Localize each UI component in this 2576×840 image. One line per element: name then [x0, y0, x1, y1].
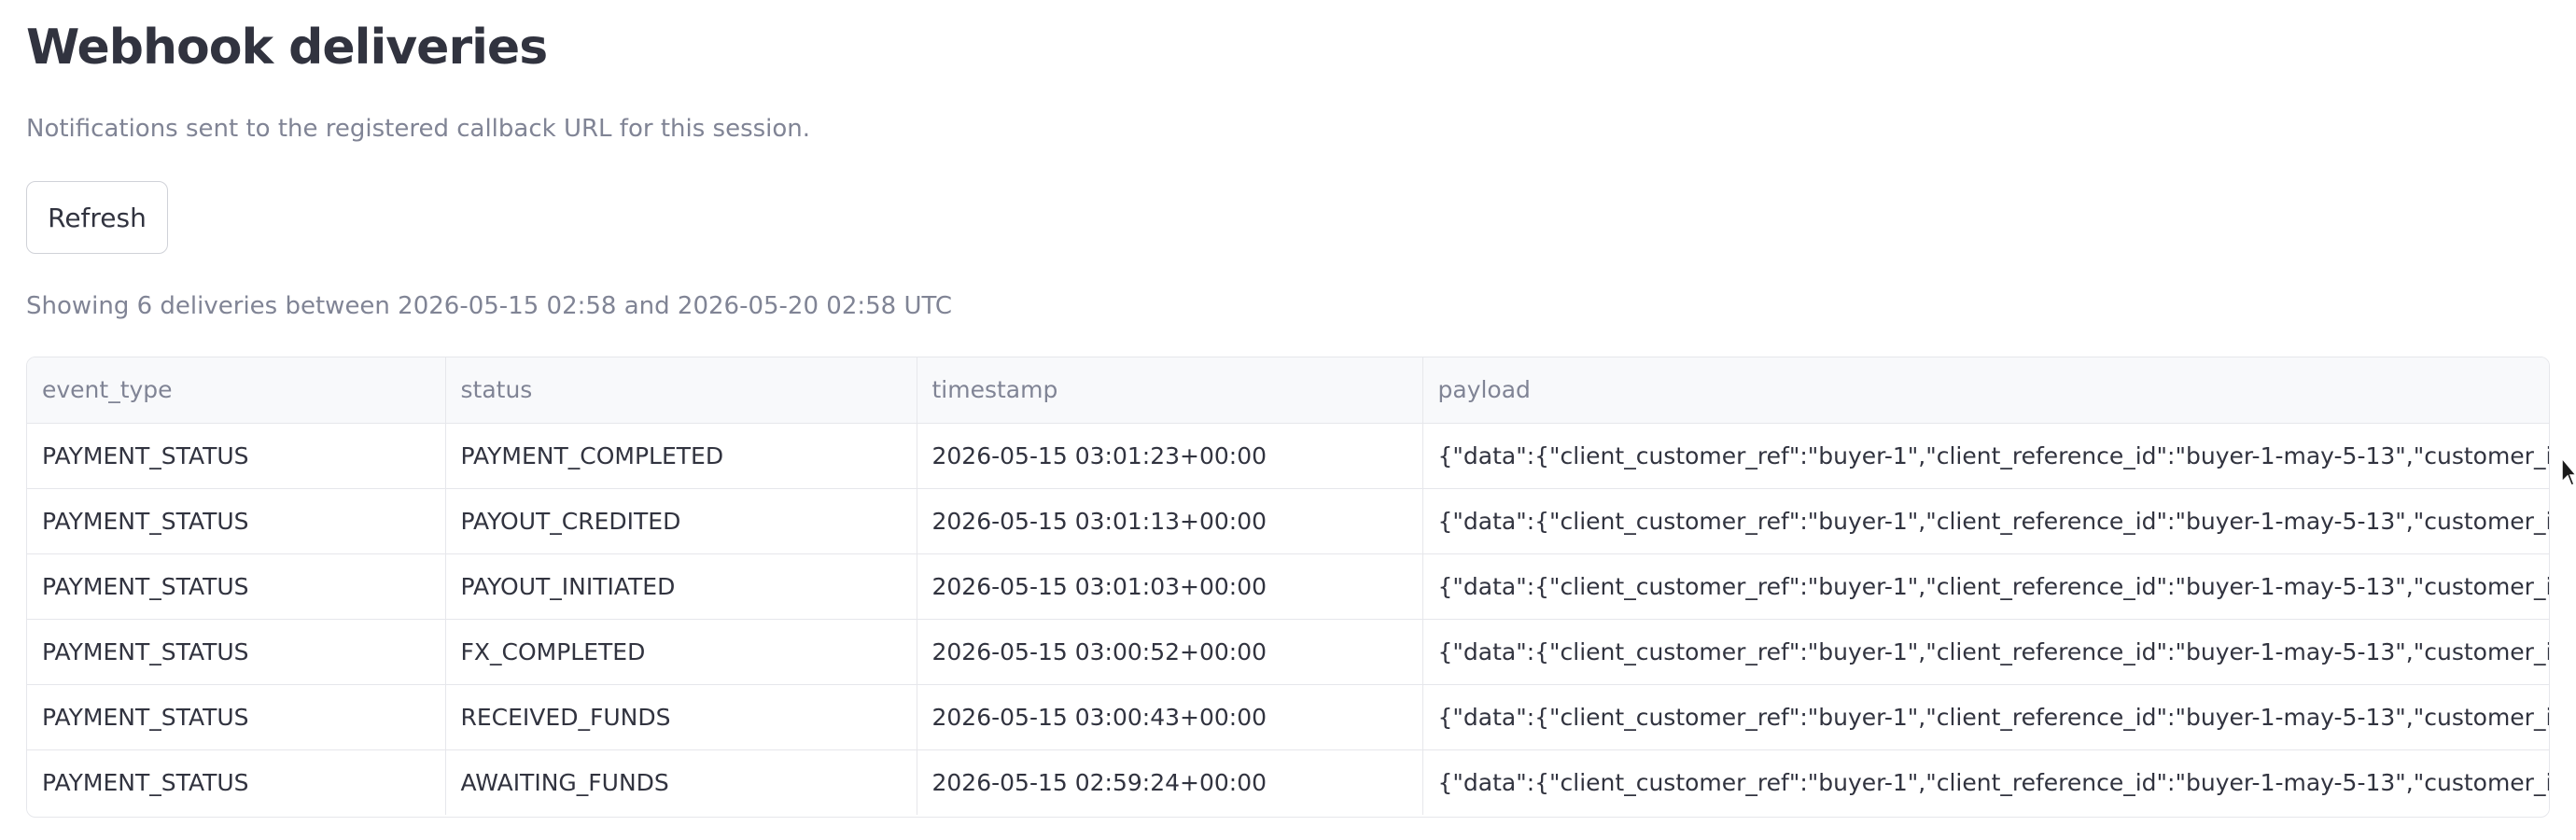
- cell-event-type[interactable]: PAYMENT_STATUS: [27, 684, 446, 750]
- page-title: Webhook deliveries: [26, 20, 548, 76]
- column-header-payload[interactable]: payload: [1422, 357, 2549, 424]
- table-row[interactable]: PAYMENT_STATUS FX_COMPLETED 2026-05-15 0…: [27, 619, 2549, 685]
- cell-timestamp[interactable]: 2026-05-15 02:59:24+00:00: [917, 749, 1423, 815]
- cell-event-type[interactable]: PAYMENT_STATUS: [27, 553, 446, 620]
- table-row[interactable]: PAYMENT_STATUS RECEIVED_FUNDS 2026-05-15…: [27, 684, 2549, 750]
- cell-status[interactable]: RECEIVED_FUNDS: [445, 684, 917, 750]
- cell-payload[interactable]: {"data":{"client_customer_ref":"buyer-1"…: [1422, 619, 2549, 685]
- deliveries-summary: Showing 6 deliveries between 2026-05-15 …: [26, 292, 953, 320]
- cell-status[interactable]: FX_COMPLETED: [445, 619, 917, 685]
- column-header-event-type[interactable]: event_type: [27, 357, 446, 424]
- cell-payload[interactable]: {"data":{"client_customer_ref":"buyer-1"…: [1422, 423, 2549, 489]
- cell-payload[interactable]: {"data":{"client_customer_ref":"buyer-1"…: [1422, 553, 2549, 620]
- cell-payload[interactable]: {"data":{"client_customer_ref":"buyer-1"…: [1422, 749, 2549, 815]
- cell-event-type[interactable]: PAYMENT_STATUS: [27, 749, 446, 815]
- refresh-button[interactable]: Refresh: [26, 181, 168, 254]
- cell-status[interactable]: AWAITING_FUNDS: [445, 749, 917, 815]
- cell-status[interactable]: PAYMENT_COMPLETED: [445, 423, 917, 489]
- table-row[interactable]: PAYMENT_STATUS AWAITING_FUNDS 2026-05-15…: [27, 749, 2549, 815]
- mouse-pointer-icon: [2561, 457, 2576, 486]
- page-subtitle: Notifications sent to the registered cal…: [26, 115, 811, 143]
- cell-timestamp[interactable]: 2026-05-15 03:00:43+00:00: [917, 684, 1423, 750]
- cell-event-type[interactable]: PAYMENT_STATUS: [27, 619, 446, 685]
- table-row[interactable]: PAYMENT_STATUS PAYOUT_INITIATED 2026-05-…: [27, 553, 2549, 620]
- table-header-row: event_type status timestamp payload: [27, 357, 2549, 424]
- cell-payload[interactable]: {"data":{"client_customer_ref":"buyer-1"…: [1422, 488, 2549, 554]
- column-header-timestamp[interactable]: timestamp: [917, 357, 1423, 424]
- cell-payload[interactable]: {"data":{"client_customer_ref":"buyer-1"…: [1422, 684, 2549, 750]
- table-row[interactable]: PAYMENT_STATUS PAYMENT_COMPLETED 2026-05…: [27, 423, 2549, 489]
- cell-event-type[interactable]: PAYMENT_STATUS: [27, 423, 446, 489]
- cell-event-type[interactable]: PAYMENT_STATUS: [27, 488, 446, 554]
- cell-timestamp[interactable]: 2026-05-15 03:00:52+00:00: [917, 619, 1423, 685]
- cell-timestamp[interactable]: 2026-05-15 03:01:13+00:00: [917, 488, 1423, 554]
- cell-timestamp[interactable]: 2026-05-15 03:01:23+00:00: [917, 423, 1423, 489]
- deliveries-table[interactable]: event_type status timestamp payload PAYM…: [26, 357, 2550, 818]
- cell-timestamp[interactable]: 2026-05-15 03:01:03+00:00: [917, 553, 1423, 620]
- table-row[interactable]: PAYMENT_STATUS PAYOUT_CREDITED 2026-05-1…: [27, 488, 2549, 554]
- cell-status[interactable]: PAYOUT_INITIATED: [445, 553, 917, 620]
- cell-status[interactable]: PAYOUT_CREDITED: [445, 488, 917, 554]
- column-header-status[interactable]: status: [445, 357, 917, 424]
